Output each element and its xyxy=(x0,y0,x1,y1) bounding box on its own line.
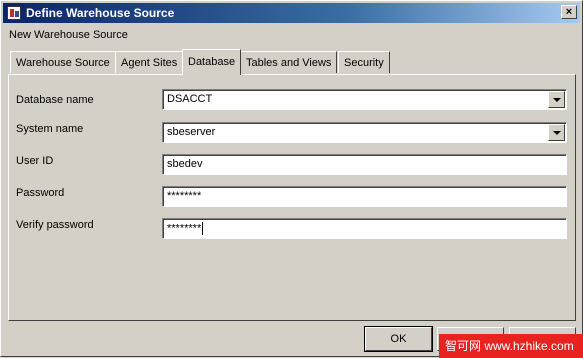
title-bar[interactable]: Define Warehouse Source × xyxy=(3,3,580,23)
tab-security[interactable]: Security xyxy=(338,51,390,73)
tab-database[interactable]: Database xyxy=(182,49,242,75)
warehouse-app-icon xyxy=(7,6,21,20)
dialog-subtitle: New Warehouse Source xyxy=(9,29,128,41)
window-title: Define Warehouse Source xyxy=(26,6,175,20)
database-tab-panel xyxy=(8,74,576,321)
tab-tables-and-views[interactable]: Tables and Views xyxy=(240,51,338,73)
ok-button[interactable]: OK xyxy=(364,326,433,352)
dialog-window: Define Warehouse Source × New Warehouse … xyxy=(0,0,583,358)
tab-agent-sites[interactable]: Agent Sites xyxy=(115,51,184,73)
close-button[interactable]: × xyxy=(561,5,577,19)
tab-warehouse-source[interactable]: Warehouse Source xyxy=(10,51,116,73)
close-icon: × xyxy=(565,6,573,18)
watermark: 智可网 www.hzhike.com xyxy=(439,334,583,358)
